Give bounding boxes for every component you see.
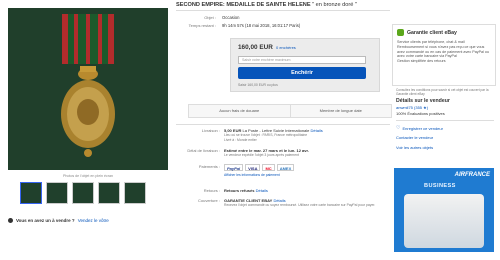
sell-one-label: Vous en avez un à vendre ? — [16, 218, 75, 223]
save-seller-label: Enregistrer ce vendeur — [402, 125, 443, 131]
badge-long-member: Membre de longue date — [289, 105, 392, 117]
condition-value: Occasion — [222, 15, 240, 20]
thumbnail-2[interactable] — [46, 182, 68, 204]
airfrance-ad[interactable]: AIRFRANCE BUSINESS — [394, 168, 494, 252]
photo-caption[interactable]: Photos de l'objet en plein écran — [8, 174, 168, 178]
payment-row: Paiements : PayPal VISA MC AMEX Afficher… — [176, 164, 396, 177]
returns-label: Retours : — [203, 188, 220, 193]
guarantee-title: Garantie client eBay — [407, 29, 457, 36]
returns-details-link[interactable]: Détails — [256, 188, 268, 193]
coverage-label: Couverture : — [197, 198, 220, 203]
seller-feedback: 100% Évaluations positives — [396, 111, 445, 116]
sell-one-row: Vous en avez un à vendre ? Vendez le vôt… — [8, 218, 178, 223]
item-title-main: SECOND EMPIRE: MEDAILLE DE SAINTE HELENE — [176, 2, 311, 8]
guarantee-item: Gestion simplifiée des retours — [397, 59, 446, 64]
ad-brand: AIRFRANCE — [454, 172, 490, 178]
coverage-row: Couverture : GARANTIE CLIENT EBAY Détail… — [176, 198, 396, 208]
payment-info-link[interactable]: Afficher les informations de paiement — [224, 173, 296, 177]
title-divider — [176, 10, 390, 11]
place-bid-button[interactable]: Enchérir — [238, 67, 366, 79]
guarantee-conditions-link[interactable]: Consultez les conditions pour savoir si … — [396, 88, 496, 96]
thumbnail-1[interactable] — [20, 182, 42, 204]
tag-icon — [8, 218, 13, 223]
amex-logo: AMEX — [276, 164, 295, 171]
thumbnail-5[interactable] — [124, 182, 146, 204]
ad-seat-image — [404, 194, 484, 248]
shipping-details-link[interactable]: Détails — [311, 128, 323, 133]
paypal-logo: PayPal — [224, 164, 244, 171]
item-title-sub: " en bronze doré " — [312, 2, 357, 8]
visa-logo: VISA — [245, 164, 261, 171]
details-divider — [176, 124, 390, 125]
current-price: 160,00 EUR — [238, 44, 273, 51]
seller-name-link[interactable]: anwmil75 (355 ★) — [396, 105, 428, 110]
save-seller-link[interactable]: ♡ Enregistrer ce vendeur — [396, 125, 443, 131]
bid-count-link[interactable]: 0 enchères — [276, 45, 296, 50]
seller-divider — [396, 120, 494, 121]
thumbnail-3[interactable] — [72, 182, 94, 204]
shipping-label: Livraison : — [201, 128, 220, 133]
contact-seller-link[interactable]: Contacter le vendeur — [396, 135, 433, 140]
thumbnail-4[interactable] — [98, 182, 120, 204]
bid-box: 160,00 EUR 0 enchères Saisir votre enchè… — [230, 38, 380, 92]
time-left-value: 9h 14m 57s (18 mai 2018, 16:01:17 Paris) — [222, 23, 301, 28]
condition-label: Objet : — [204, 15, 216, 20]
time-left-row: Temps restant : 9h 14m 57s (18 mai 2018,… — [176, 23, 301, 28]
max-bid-input[interactable]: Saisir votre enchère maximum — [238, 56, 366, 64]
delivery-label: Délai de livraison : — [187, 148, 220, 153]
ships-to: Livré à : Monde entier — [224, 137, 257, 142]
badge-no-customs: Aucun frais de douane — [219, 108, 260, 113]
returns-value: Retours refusés — [224, 188, 255, 193]
item-title: SECOND EMPIRE: MEDAILLE DE SAINTE HELENE… — [176, 2, 426, 8]
coverage-note: Recevez l'objet commandé ou soyez rembou… — [224, 203, 376, 208]
bid-note: Saisir 160,00 EUR ou plus — [238, 83, 278, 87]
other-items-link[interactable]: Voir les autres objets — [396, 145, 433, 150]
mastercard-logo: MC — [262, 164, 275, 171]
sell-one-link[interactable]: Vendez le vôtre — [78, 218, 109, 223]
delivery-note: Le vendeur expédie l'objet 3 jours après… — [224, 153, 299, 158]
ad-class-label: BUSINESS — [424, 183, 456, 189]
condition-row: Objet : Occasion — [176, 15, 239, 20]
shipping-row: Livraison : 5,00 EUR La Poste - Lettre S… — [176, 128, 396, 142]
delivery-row: Délai de livraison : Estimé entre le mar… — [176, 148, 396, 158]
shield-check-icon — [397, 29, 404, 36]
returns-row: Retours : Retours refusés Détails — [176, 188, 396, 193]
payment-label: Paiements : — [198, 164, 220, 169]
badge-row: Aucun frais de douane Membre de longue d… — [188, 104, 392, 118]
main-item-image[interactable] — [8, 8, 168, 170]
heart-icon: ♡ — [396, 125, 401, 131]
guarantee-box: Garantie client eBay Service clients par… — [392, 24, 496, 86]
guarantee-item: Remboursement si vous n'avez pas reçu ce… — [397, 44, 490, 59]
time-left-label: Temps restant : — [188, 23, 216, 28]
seller-section-title: Détails sur le vendeur — [396, 98, 450, 104]
medal-photo — [8, 8, 168, 170]
